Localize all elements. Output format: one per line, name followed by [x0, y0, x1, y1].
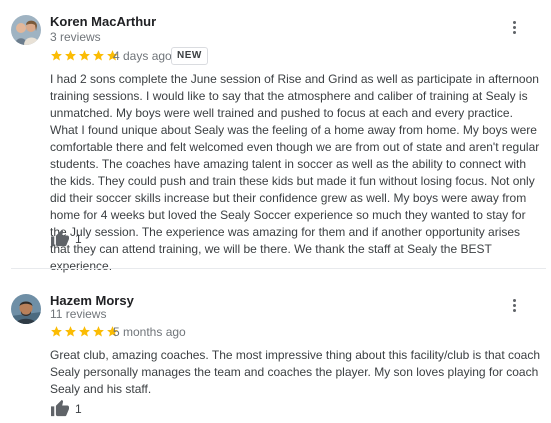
review-item: Hazem Morsy 11 reviews 5 months ago Grea… [0, 270, 551, 423]
review-divider [11, 268, 546, 269]
star-rating [50, 49, 119, 63]
avatar[interactable] [11, 15, 41, 45]
thumb-up-icon[interactable] [50, 399, 70, 417]
avatar[interactable] [11, 294, 41, 324]
thumb-up-icon[interactable] [50, 229, 70, 247]
like-count: 1 [75, 402, 82, 416]
review-text: Great club, amazing coaches. The most im… [50, 348, 541, 396]
review-item: Koren MacArthur 3 reviews 4 days ago NEW… [0, 0, 551, 273]
star-icon [79, 50, 90, 61]
new-badge: NEW [171, 47, 208, 65]
reviewer-review-count: 11 reviews [50, 307, 107, 321]
star-icon [65, 326, 76, 337]
star-icon [51, 326, 62, 337]
more-vert-icon[interactable] [506, 19, 522, 39]
star-icon [51, 50, 62, 61]
review-date: 5 months ago [113, 325, 186, 339]
star-icon [93, 50, 104, 61]
reviewer-name[interactable]: Hazem Morsy [50, 293, 134, 308]
review-date: 4 days ago [113, 49, 172, 63]
like-count: 1 [75, 232, 82, 246]
more-vert-icon[interactable] [506, 297, 522, 317]
star-icon [65, 50, 76, 61]
star-rating [50, 325, 119, 339]
star-icon [79, 326, 90, 337]
star-icon [93, 326, 104, 337]
reviewer-review-count: 3 reviews [50, 30, 101, 44]
reviewer-name[interactable]: Koren MacArthur [50, 14, 156, 29]
review-text: I had 2 sons complete the June session o… [50, 72, 540, 273]
